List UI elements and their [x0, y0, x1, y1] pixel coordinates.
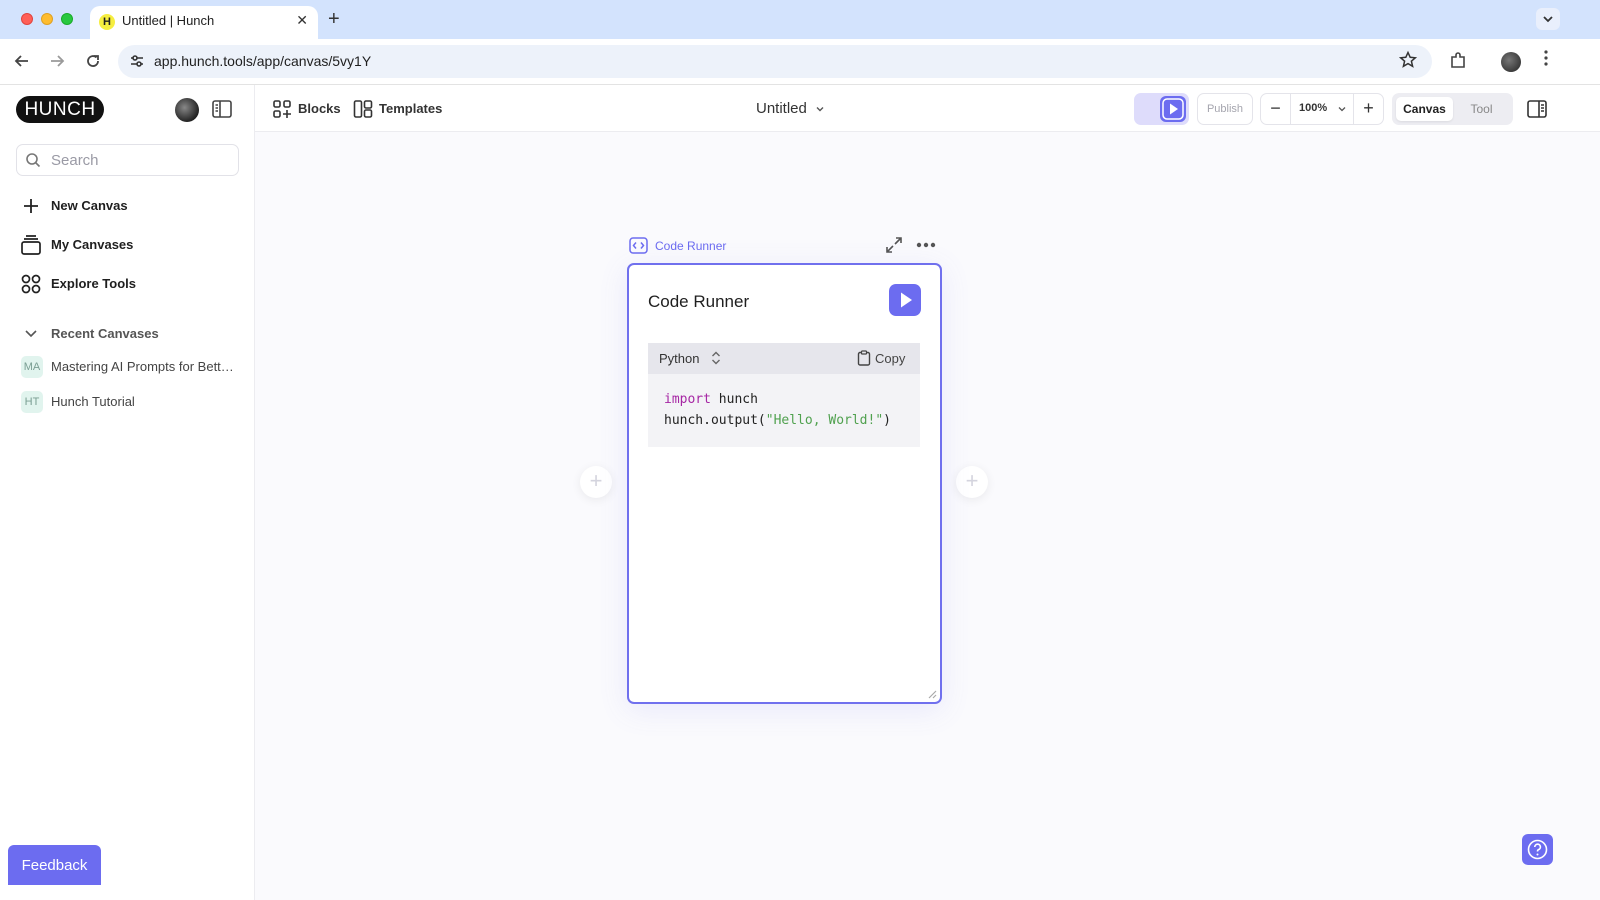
code-editor-header: Python Copy [648, 343, 920, 374]
browser-profile-avatar[interactable] [1501, 52, 1521, 72]
search-icon [26, 153, 41, 168]
right-panel-toggle-icon[interactable] [1527, 100, 1547, 118]
copy-button[interactable]: Copy [875, 351, 905, 366]
blocks-icon [273, 100, 291, 118]
code-runner-node[interactable]: Code Runner Python Copy import hunch hun… [627, 263, 942, 704]
chevron-down-icon[interactable] [1338, 105, 1346, 113]
url-text: app.hunch.tools/app/canvas/5vy1Y [154, 53, 372, 69]
publish-button[interactable]: Publish [1197, 93, 1253, 125]
maximize-window-button[interactable] [61, 13, 73, 25]
code-text: hunch [710, 392, 758, 407]
templates-icon [353, 100, 373, 118]
browser-tab[interactable]: H Untitled | Hunch ✕ [90, 6, 318, 39]
chevron-down-icon [25, 330, 37, 338]
new-tab-button[interactable]: + [328, 8, 340, 30]
node-title: Code Runner [648, 292, 750, 311]
sidebar-item-label: My Canvases [51, 237, 134, 252]
canvas-title-dropdown[interactable]: Untitled [756, 100, 807, 117]
chevron-down-icon[interactable] [815, 104, 825, 114]
minimize-window-button[interactable] [41, 13, 53, 25]
mode-canvas-tab[interactable]: Canvas [1396, 97, 1453, 121]
zoom-level[interactable]: 100% [1299, 102, 1327, 114]
code-line: hunch.output("Hello, World!") [664, 413, 891, 428]
search-input[interactable] [51, 150, 231, 170]
forward-arrow-icon[interactable] [47, 51, 67, 75]
more-options-icon[interactable] [915, 235, 937, 255]
code-editor[interactable]: import hunch hunch.output("Hello, World!… [648, 374, 920, 447]
play-icon [901, 292, 912, 308]
recent-canvases-header[interactable]: Recent Canvases [16, 322, 239, 346]
code-keyword: import [664, 392, 711, 407]
sidebar-item-new-canvas[interactable]: New Canvas [16, 191, 239, 221]
recent-canvas-label: Hunch Tutorial [51, 394, 135, 409]
canvas-area[interactable]: Code Runner + + Code Runner Python Copy … [255, 132, 1600, 900]
zoom-out-button[interactable]: − [1261, 94, 1291, 124]
extensions-puzzle-icon[interactable] [1448, 51, 1468, 71]
browser-toolbar: app.hunch.tools/app/canvas/5vy1Y [0, 39, 1600, 85]
recent-canvas-label: Mastering AI Prompts for Bette... [51, 359, 235, 374]
hunch-logo[interactable]: HUNCH [16, 96, 104, 123]
templates-label: Templates [379, 101, 443, 116]
canvas-initials-badge: MA [21, 356, 43, 378]
plus-icon [24, 199, 38, 213]
layers-icon [21, 235, 41, 255]
play-icon [1162, 98, 1184, 120]
sidebar-item-explore-tools[interactable]: Explore Tools [16, 269, 239, 299]
bookmark-star-icon[interactable] [1398, 50, 1418, 75]
mode-tool-tab[interactable]: Tool [1454, 97, 1509, 121]
help-button[interactable] [1522, 834, 1553, 865]
resize-handle-icon[interactable] [927, 689, 937, 699]
code-block-icon [629, 237, 648, 254]
tab-search-chevron-icon[interactable] [1536, 8, 1560, 30]
recent-canvases-label: Recent Canvases [51, 326, 159, 341]
sidebar-item-my-canvases[interactable]: My Canvases [16, 230, 239, 260]
zoom-control: − 100% + [1260, 93, 1384, 125]
zoom-in-button[interactable]: + [1353, 94, 1383, 124]
user-avatar[interactable] [175, 98, 199, 122]
browser-menu-icon[interactable] [1543, 49, 1549, 72]
view-mode-toggle: Canvas Tool [1392, 93, 1513, 125]
search-box[interactable] [16, 144, 239, 176]
expand-icon[interactable] [884, 235, 904, 255]
templates-button[interactable]: Templates [353, 97, 453, 121]
grid-icon [21, 274, 41, 294]
canvas-initials-badge: HT [21, 391, 43, 413]
reload-icon[interactable] [83, 51, 103, 75]
back-arrow-icon[interactable] [12, 51, 32, 75]
site-settings-icon[interactable] [128, 52, 146, 70]
add-block-left-button[interactable]: + [580, 466, 612, 498]
code-text: hunch.output( [664, 413, 766, 428]
blocks-label: Blocks [298, 101, 341, 116]
close-window-button[interactable] [21, 13, 33, 25]
add-block-right-button[interactable]: + [956, 466, 988, 498]
code-string: "Hello, World!" [765, 413, 884, 428]
node-type-label: Code Runner [655, 239, 727, 253]
help-question-icon [1527, 839, 1548, 860]
sidebar-toggle-icon[interactable] [212, 100, 232, 118]
canvas-toolbar: Blocks Templates Untitled Publish − 100%… [255, 85, 1600, 132]
tab-title: Untitled | Hunch [122, 13, 215, 28]
blocks-button[interactable]: Blocks [272, 97, 354, 121]
recent-canvas-item[interactable]: MA Mastering AI Prompts for Bette... [16, 353, 239, 381]
hunch-favicon-icon: H [99, 14, 115, 30]
address-bar[interactable]: app.hunch.tools/app/canvas/5vy1Y [118, 45, 1432, 78]
sidebar-item-label: New Canvas [51, 198, 128, 213]
recent-canvas-item[interactable]: HT Hunch Tutorial [16, 388, 239, 416]
sidebar-item-label: Explore Tools [51, 276, 136, 291]
browser-tab-bar: H Untitled | Hunch ✕ + [0, 0, 1600, 39]
code-line: import hunch [664, 392, 758, 407]
clipboard-icon[interactable] [857, 350, 871, 366]
chevron-up-down-icon[interactable] [710, 350, 722, 366]
code-text: ) [883, 413, 891, 428]
language-select[interactable]: Python [659, 351, 699, 366]
run-canvas-button[interactable] [1160, 96, 1186, 122]
tab-close-icon[interactable]: ✕ [296, 12, 308, 29]
node-run-button[interactable] [889, 284, 921, 316]
feedback-button[interactable]: Feedback [8, 845, 101, 885]
sidebar: HUNCH New Canvas My Canvases Explore Too… [0, 85, 255, 900]
